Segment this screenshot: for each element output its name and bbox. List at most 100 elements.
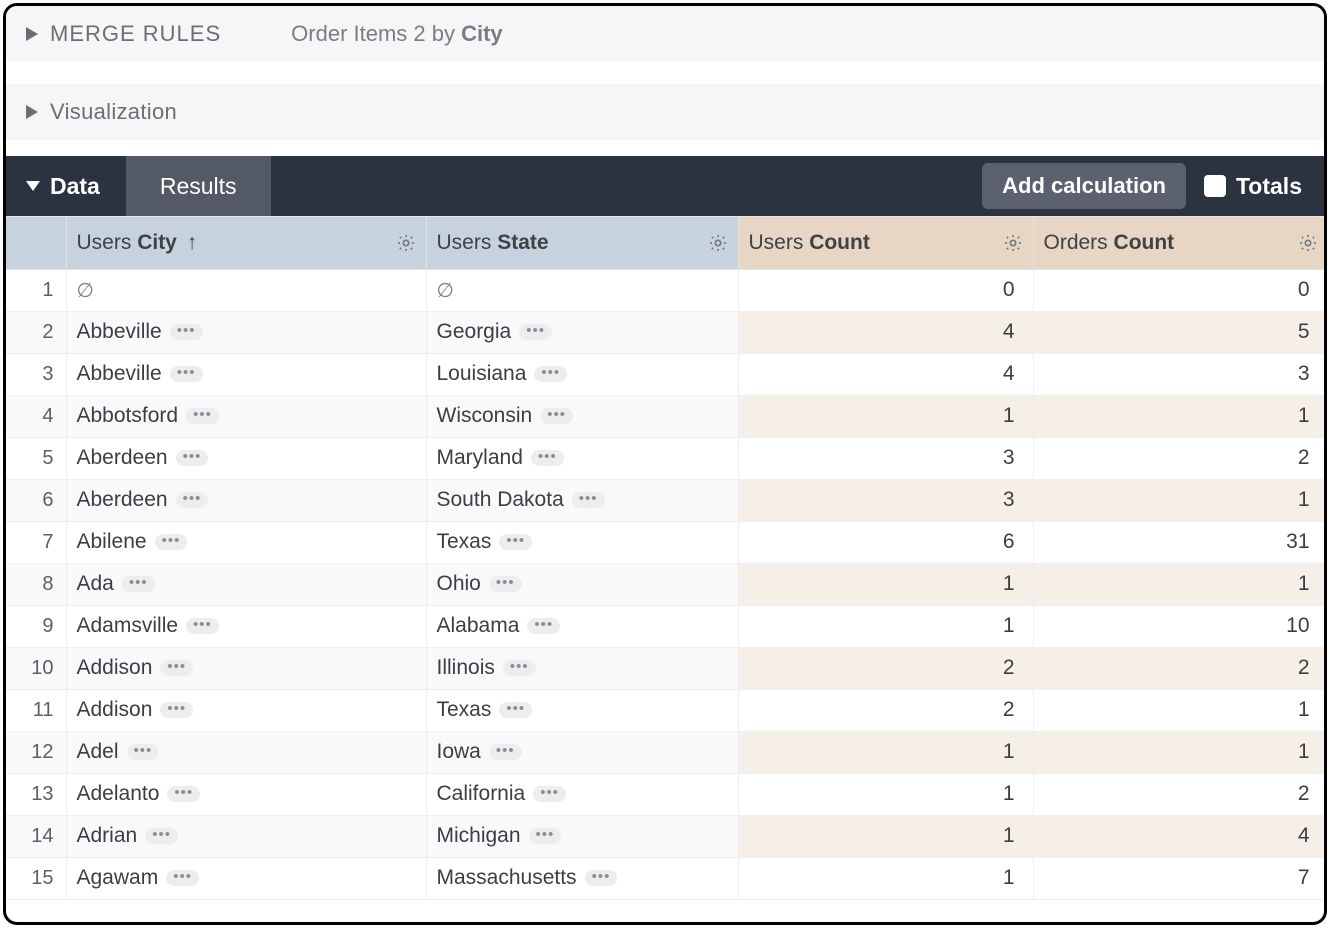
ellipsis-icon[interactable]: ••• <box>170 324 203 340</box>
cell-orders-count[interactable]: 7 <box>1033 857 1324 899</box>
add-calculation-button[interactable]: Add calculation <box>982 163 1186 209</box>
ellipsis-icon[interactable]: ••• <box>489 576 522 592</box>
ellipsis-icon[interactable]: ••• <box>489 744 522 760</box>
cell-orders-count[interactable]: 1 <box>1033 395 1324 437</box>
cell-city[interactable]: Addison••• <box>66 647 426 689</box>
cell-orders-count[interactable]: 1 <box>1033 689 1324 731</box>
ellipsis-icon[interactable]: ••• <box>499 534 532 550</box>
cell-city[interactable]: Adrian••• <box>66 815 426 857</box>
ellipsis-icon[interactable]: ••• <box>186 618 219 634</box>
cell-state[interactable]: Iowa••• <box>426 731 738 773</box>
ellipsis-icon[interactable]: ••• <box>572 492 605 508</box>
gear-icon[interactable] <box>1298 233 1318 253</box>
ellipsis-icon[interactable]: ••• <box>167 786 200 802</box>
ellipsis-icon[interactable]: ••• <box>176 450 209 466</box>
cell-orders-count[interactable]: 3 <box>1033 353 1324 395</box>
cell-city[interactable]: Abbotsford••• <box>66 395 426 437</box>
ellipsis-icon[interactable]: ••• <box>540 408 573 424</box>
cell-users-count[interactable]: 3 <box>738 437 1033 479</box>
cell-state[interactable]: Ohio••• <box>426 563 738 605</box>
cell-state[interactable]: Michigan••• <box>426 815 738 857</box>
cell-city[interactable]: Adelanto••• <box>66 773 426 815</box>
gear-icon[interactable] <box>396 233 416 253</box>
cell-city[interactable]: Abbeville••• <box>66 353 426 395</box>
cell-orders-count[interactable]: 2 <box>1033 437 1324 479</box>
cell-city[interactable]: Abilene••• <box>66 521 426 563</box>
cell-city[interactable]: Ada••• <box>66 563 426 605</box>
column-header-users-city[interactable]: Users City ↑ <box>66 217 426 269</box>
cell-state[interactable]: Massachusetts••• <box>426 857 738 899</box>
ellipsis-icon[interactable]: ••• <box>533 786 566 802</box>
ellipsis-icon[interactable]: ••• <box>160 702 193 718</box>
cell-city[interactable]: ∅ <box>66 269 426 311</box>
cell-state[interactable]: Wisconsin••• <box>426 395 738 437</box>
cell-state[interactable]: South Dakota••• <box>426 479 738 521</box>
results-tab[interactable]: Results <box>126 156 271 216</box>
gear-icon[interactable] <box>708 233 728 253</box>
cell-orders-count[interactable]: 0 <box>1033 269 1324 311</box>
cell-city[interactable]: Aberdeen••• <box>66 479 426 521</box>
cell-city[interactable]: Agawam••• <box>66 857 426 899</box>
cell-state[interactable]: Alabama••• <box>426 605 738 647</box>
cell-users-count[interactable]: 6 <box>738 521 1033 563</box>
ellipsis-icon[interactable]: ••• <box>519 324 552 340</box>
ellipsis-icon[interactable]: ••• <box>503 660 536 676</box>
cell-orders-count[interactable]: 1 <box>1033 563 1324 605</box>
cell-city[interactable]: Addison••• <box>66 689 426 731</box>
ellipsis-icon[interactable]: ••• <box>186 408 219 424</box>
ellipsis-icon[interactable]: ••• <box>145 828 178 844</box>
ellipsis-icon[interactable]: ••• <box>166 870 199 886</box>
ellipsis-icon[interactable]: ••• <box>527 618 560 634</box>
cell-orders-count[interactable]: 2 <box>1033 647 1324 689</box>
merge-rules-section[interactable]: MERGE RULES Order Items 2 by City <box>6 6 1324 62</box>
cell-state[interactable]: Texas••• <box>426 521 738 563</box>
ellipsis-icon[interactable]: ••• <box>155 534 188 550</box>
cell-city[interactable]: Adamsville••• <box>66 605 426 647</box>
cell-orders-count[interactable]: 1 <box>1033 731 1324 773</box>
cell-state[interactable]: Maryland••• <box>426 437 738 479</box>
ellipsis-icon[interactable]: ••• <box>499 702 532 718</box>
cell-orders-count[interactable]: 4 <box>1033 815 1324 857</box>
cell-state[interactable]: Georgia••• <box>426 311 738 353</box>
cell-users-count[interactable]: 1 <box>738 815 1033 857</box>
cell-users-count[interactable]: 1 <box>738 773 1033 815</box>
ellipsis-icon[interactable]: ••• <box>531 450 564 466</box>
cell-users-count[interactable]: 3 <box>738 479 1033 521</box>
cell-users-count[interactable]: 1 <box>738 857 1033 899</box>
ellipsis-icon[interactable]: ••• <box>534 366 567 382</box>
ellipsis-icon[interactable]: ••• <box>122 576 155 592</box>
ellipsis-icon[interactable]: ••• <box>170 366 203 382</box>
cell-users-count[interactable]: 1 <box>738 395 1033 437</box>
cell-orders-count[interactable]: 10 <box>1033 605 1324 647</box>
cell-state[interactable]: California••• <box>426 773 738 815</box>
totals-toggle[interactable]: Totals <box>1204 173 1302 200</box>
cell-users-count[interactable]: 2 <box>738 647 1033 689</box>
cell-orders-count[interactable]: 1 <box>1033 479 1324 521</box>
cell-orders-count[interactable]: 5 <box>1033 311 1324 353</box>
gear-icon[interactable] <box>1003 233 1023 253</box>
cell-orders-count[interactable]: 2 <box>1033 773 1324 815</box>
cell-users-count[interactable]: 2 <box>738 689 1033 731</box>
cell-state[interactable]: Louisiana••• <box>426 353 738 395</box>
totals-checkbox[interactable] <box>1204 175 1226 197</box>
cell-users-count[interactable]: 1 <box>738 605 1033 647</box>
visualization-section[interactable]: Visualization <box>6 84 1324 140</box>
cell-city[interactable]: Aberdeen••• <box>66 437 426 479</box>
cell-users-count[interactable]: 0 <box>738 269 1033 311</box>
cell-users-count[interactable]: 4 <box>738 311 1033 353</box>
cell-city[interactable]: Abbeville••• <box>66 311 426 353</box>
column-header-orders-count[interactable]: Orders Count <box>1033 217 1324 269</box>
cell-users-count[interactable]: 1 <box>738 563 1033 605</box>
cell-orders-count[interactable]: 31 <box>1033 521 1324 563</box>
cell-users-count[interactable]: 1 <box>738 731 1033 773</box>
ellipsis-icon[interactable]: ••• <box>585 870 618 886</box>
column-header-users-count[interactable]: Users Count <box>738 217 1033 269</box>
data-dropdown[interactable]: Data <box>6 156 126 216</box>
column-header-users-state[interactable]: Users State <box>426 217 738 269</box>
ellipsis-icon[interactable]: ••• <box>176 492 209 508</box>
cell-state[interactable]: Illinois••• <box>426 647 738 689</box>
ellipsis-icon[interactable]: ••• <box>127 744 160 760</box>
cell-city[interactable]: Adel••• <box>66 731 426 773</box>
cell-users-count[interactable]: 4 <box>738 353 1033 395</box>
ellipsis-icon[interactable]: ••• <box>529 828 562 844</box>
